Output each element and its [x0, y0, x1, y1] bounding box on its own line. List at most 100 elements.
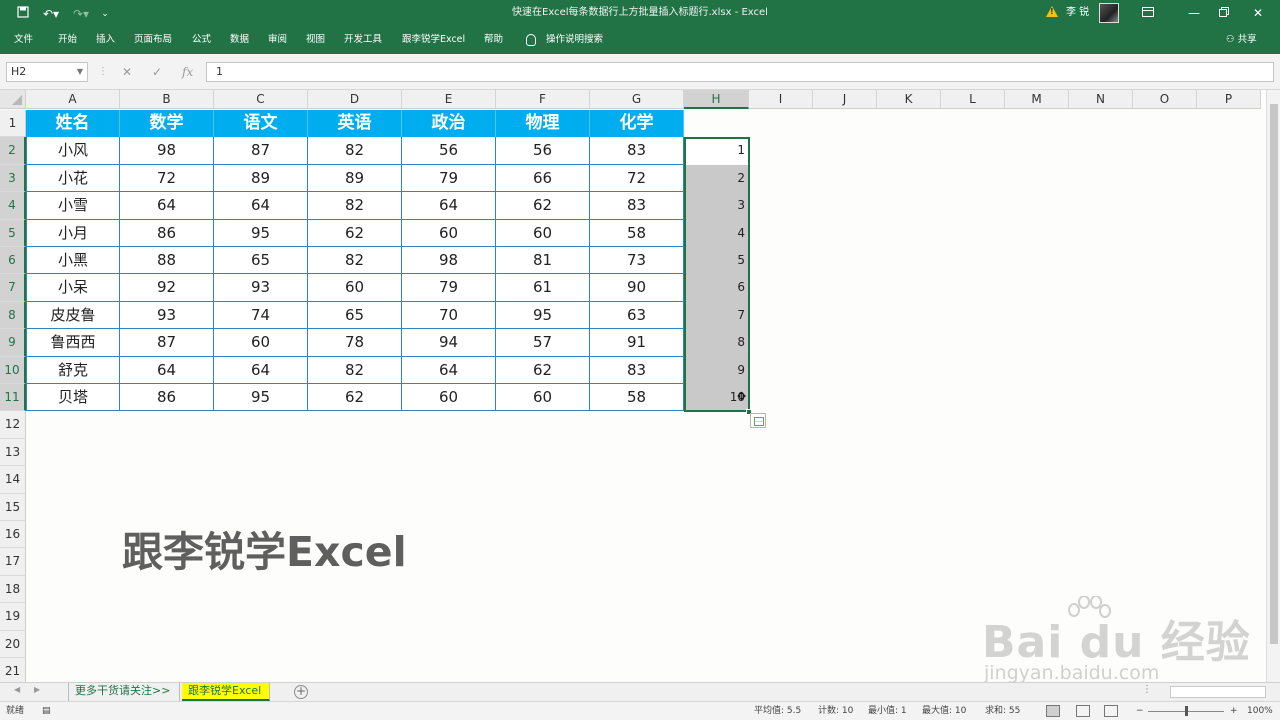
user-name[interactable]: 李 锐	[1066, 0, 1089, 26]
page-break-view-icon[interactable]	[1104, 705, 1118, 717]
table-cell[interactable]: 82	[308, 356, 402, 384]
table-cell[interactable]: 64	[402, 192, 496, 220]
table-cell[interactable]: 鲁西西	[26, 329, 120, 357]
table-cell[interactable]: 90	[590, 274, 684, 302]
table-cell[interactable]: 58	[590, 384, 684, 412]
table-cell[interactable]: 95	[214, 219, 308, 247]
table-cell[interactable]: 小黑	[26, 247, 120, 275]
table-cell[interactable]: 57	[496, 329, 590, 357]
column-header-f[interactable]: F	[496, 90, 590, 109]
table-cell[interactable]: 79	[402, 164, 496, 193]
table-cell[interactable]: 小花	[26, 164, 120, 193]
table-cell[interactable]: 62	[308, 219, 402, 247]
table-cell[interactable]: 56	[402, 137, 496, 165]
table-cell[interactable]: 74	[214, 301, 308, 330]
column-header-j[interactable]: J	[813, 90, 877, 109]
table-cell[interactable]: 86	[120, 219, 214, 247]
table-cell[interactable]: 93	[214, 274, 308, 302]
vertical-scrollbar[interactable]	[1266, 90, 1280, 682]
table-cell[interactable]: 60	[496, 384, 590, 412]
row-header-3[interactable]: 3	[0, 164, 26, 193]
tab-page-layout[interactable]: 页面布局	[134, 28, 172, 54]
ribbon-display-icon[interactable]	[1128, 0, 1168, 26]
row-header-13[interactable]: 13	[0, 438, 26, 467]
lightbulb-icon[interactable]	[526, 34, 536, 46]
tab-data[interactable]: 数据	[230, 28, 249, 54]
table-cell[interactable]: 94	[402, 329, 496, 357]
tab-review[interactable]: 审阅	[268, 28, 287, 54]
table-cell[interactable]: 56	[496, 137, 590, 165]
row-header-4[interactable]: 4	[0, 192, 26, 220]
table-cell[interactable]: 63	[590, 301, 684, 330]
table-cell[interactable]: 贝塔	[26, 384, 120, 412]
table-cell[interactable]: 86	[120, 384, 214, 412]
formula-input[interactable]: 1	[206, 62, 1274, 82]
tab-insert[interactable]: 插入	[96, 28, 115, 54]
table-cell[interactable]: 82	[308, 192, 402, 220]
table-cell[interactable]: 62	[496, 356, 590, 384]
name-box[interactable]: H2 ▼	[6, 62, 88, 82]
table-cell[interactable]: 89	[308, 164, 402, 193]
table-cell[interactable]: 64	[214, 356, 308, 384]
selection-range[interactable]	[684, 137, 750, 412]
more-icon[interactable]: ⋮	[1142, 684, 1152, 695]
table-cell[interactable]: 58	[590, 219, 684, 247]
table-cell[interactable]: 92	[120, 274, 214, 302]
row-header-9[interactable]: 9	[0, 329, 26, 357]
row-header-11[interactable]: 11	[0, 384, 26, 412]
insert-function-icon[interactable]: fx	[182, 62, 193, 82]
table-header-cell[interactable]: 物理	[496, 110, 590, 138]
undo-icon[interactable]: ↶▾	[38, 0, 64, 28]
table-cell[interactable]: 79	[402, 274, 496, 302]
sheet-tab-more[interactable]: 更多干货请关注>>	[68, 683, 180, 701]
column-header-p[interactable]: P	[1197, 90, 1261, 109]
table-cell[interactable]: 60	[402, 384, 496, 412]
splitter-icon[interactable]: ⋮	[98, 66, 108, 77]
row-header-1[interactable]: 1	[0, 110, 26, 138]
table-cell[interactable]: 61	[496, 274, 590, 302]
row-header-14[interactable]: 14	[0, 466, 26, 494]
table-cell[interactable]: 60	[496, 219, 590, 247]
add-sheet-icon[interactable]: +	[294, 685, 308, 699]
table-cell[interactable]: 72	[120, 164, 214, 193]
column-header-g[interactable]: G	[590, 90, 684, 109]
close-icon[interactable]: ✕	[1238, 0, 1278, 26]
table-cell[interactable]: 81	[496, 247, 590, 275]
prev-sheet-icon[interactable]: ◀	[14, 685, 20, 694]
row-header-6[interactable]: 6	[0, 247, 26, 275]
zoom-knob[interactable]	[1185, 706, 1188, 716]
table-cell[interactable]: 65	[214, 247, 308, 275]
table-cell[interactable]: 小雪	[26, 192, 120, 220]
table-cell[interactable]: 83	[590, 192, 684, 220]
table-header-cell[interactable]: 英语	[308, 110, 402, 138]
table-cell[interactable]: 87	[214, 137, 308, 165]
row-header-5[interactable]: 5	[0, 219, 26, 247]
zoom-in-icon[interactable]: +	[1230, 702, 1238, 720]
column-header-b[interactable]: B	[120, 90, 214, 109]
row-header-10[interactable]: 10	[0, 356, 26, 384]
row-header-16[interactable]: 16	[0, 521, 26, 549]
table-cell[interactable]: 88	[120, 247, 214, 275]
column-header-o[interactable]: O	[1133, 90, 1197, 109]
table-cell[interactable]: 98	[402, 247, 496, 275]
macro-record-icon[interactable]: ▤	[42, 702, 51, 720]
table-cell[interactable]: 83	[590, 137, 684, 165]
table-cell[interactable]: 73	[590, 247, 684, 275]
column-header-d[interactable]: D	[308, 90, 402, 109]
table-cell[interactable]: 62	[496, 192, 590, 220]
table-header-cell[interactable]: 政治	[402, 110, 496, 138]
table-cell[interactable]: 小呆	[26, 274, 120, 302]
horizontal-scrollbar[interactable]	[1170, 686, 1266, 698]
table-cell[interactable]: 87	[120, 329, 214, 357]
row-header-15[interactable]: 15	[0, 493, 26, 521]
column-header-e[interactable]: E	[402, 90, 496, 109]
column-header-c[interactable]: C	[214, 90, 308, 109]
column-header-n[interactable]: N	[1069, 90, 1133, 109]
table-cell[interactable]: 65	[308, 301, 402, 330]
page-layout-view-icon[interactable]	[1076, 705, 1090, 717]
table-cell[interactable]: 60	[402, 219, 496, 247]
table-header-cell[interactable]: 化学	[590, 110, 684, 138]
tab-developer[interactable]: 开发工具	[344, 28, 382, 54]
tab-help[interactable]: 帮助	[484, 28, 503, 54]
table-cell[interactable]: 82	[308, 247, 402, 275]
